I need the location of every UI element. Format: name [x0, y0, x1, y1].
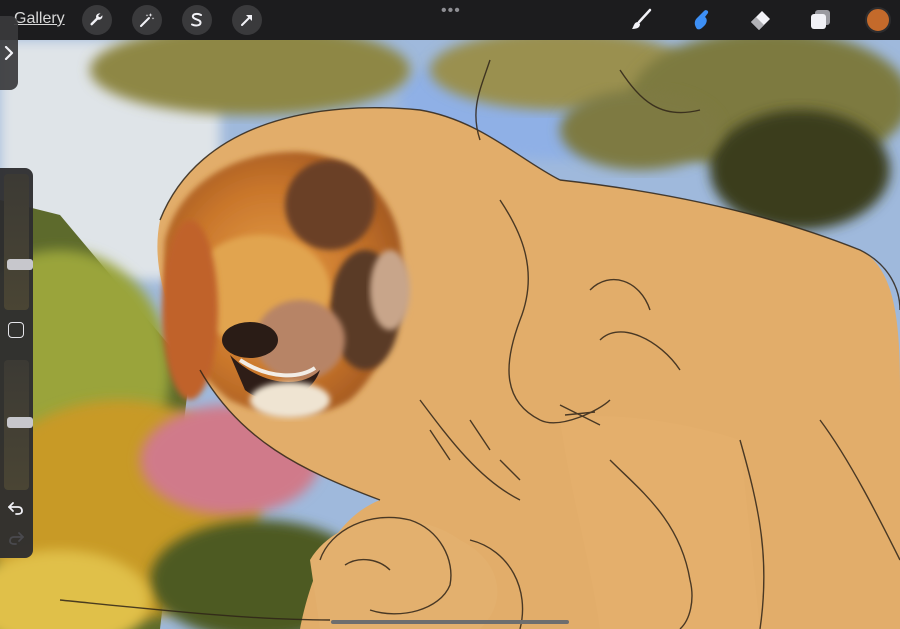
brush-size-slider[interactable] — [4, 174, 33, 310]
transform-button[interactable] — [232, 5, 262, 35]
smudge-icon — [694, 10, 709, 30]
redo-icon — [9, 532, 24, 545]
layers-icon — [811, 10, 830, 29]
more-options-handle[interactable]: ••• — [441, 2, 461, 20]
smudge-tool-button[interactable] — [687, 6, 715, 34]
color-picker-swatch[interactable] — [865, 7, 891, 33]
undo-icon — [8, 502, 23, 515]
opacity-thumb[interactable] — [7, 417, 33, 428]
layers-button[interactable] — [806, 6, 834, 34]
drawing-canvas[interactable] — [0, 40, 900, 629]
chevron-right-icon — [4, 46, 14, 60]
brush-sidebar — [0, 168, 33, 558]
actions-button[interactable] — [82, 5, 112, 35]
adjustments-button[interactable] — [132, 5, 162, 35]
selection-s-icon — [191, 12, 202, 27]
brush-tool-button[interactable] — [627, 6, 655, 34]
brush-icon — [632, 8, 652, 29]
selection-button[interactable] — [182, 5, 212, 35]
eraser-tool-button[interactable] — [746, 6, 774, 34]
square-modify-icon[interactable] — [8, 322, 24, 338]
artwork — [0, 40, 900, 629]
magic-wand-icon — [140, 13, 155, 27]
top-toolbar: Gallery ••• — [0, 0, 900, 40]
home-indicator[interactable] — [331, 620, 569, 624]
opacity-slider[interactable] — [4, 360, 33, 490]
transform-arrow-icon — [241, 15, 252, 26]
redo-button[interactable] — [7, 530, 25, 546]
wrench-icon — [90, 13, 103, 26]
undo-button[interactable] — [7, 500, 25, 516]
brush-size-thumb[interactable] — [7, 259, 33, 270]
gallery-button[interactable]: Gallery — [14, 10, 65, 28]
sidebar-toggle-button[interactable] — [0, 16, 18, 90]
eraser-icon — [751, 11, 770, 30]
